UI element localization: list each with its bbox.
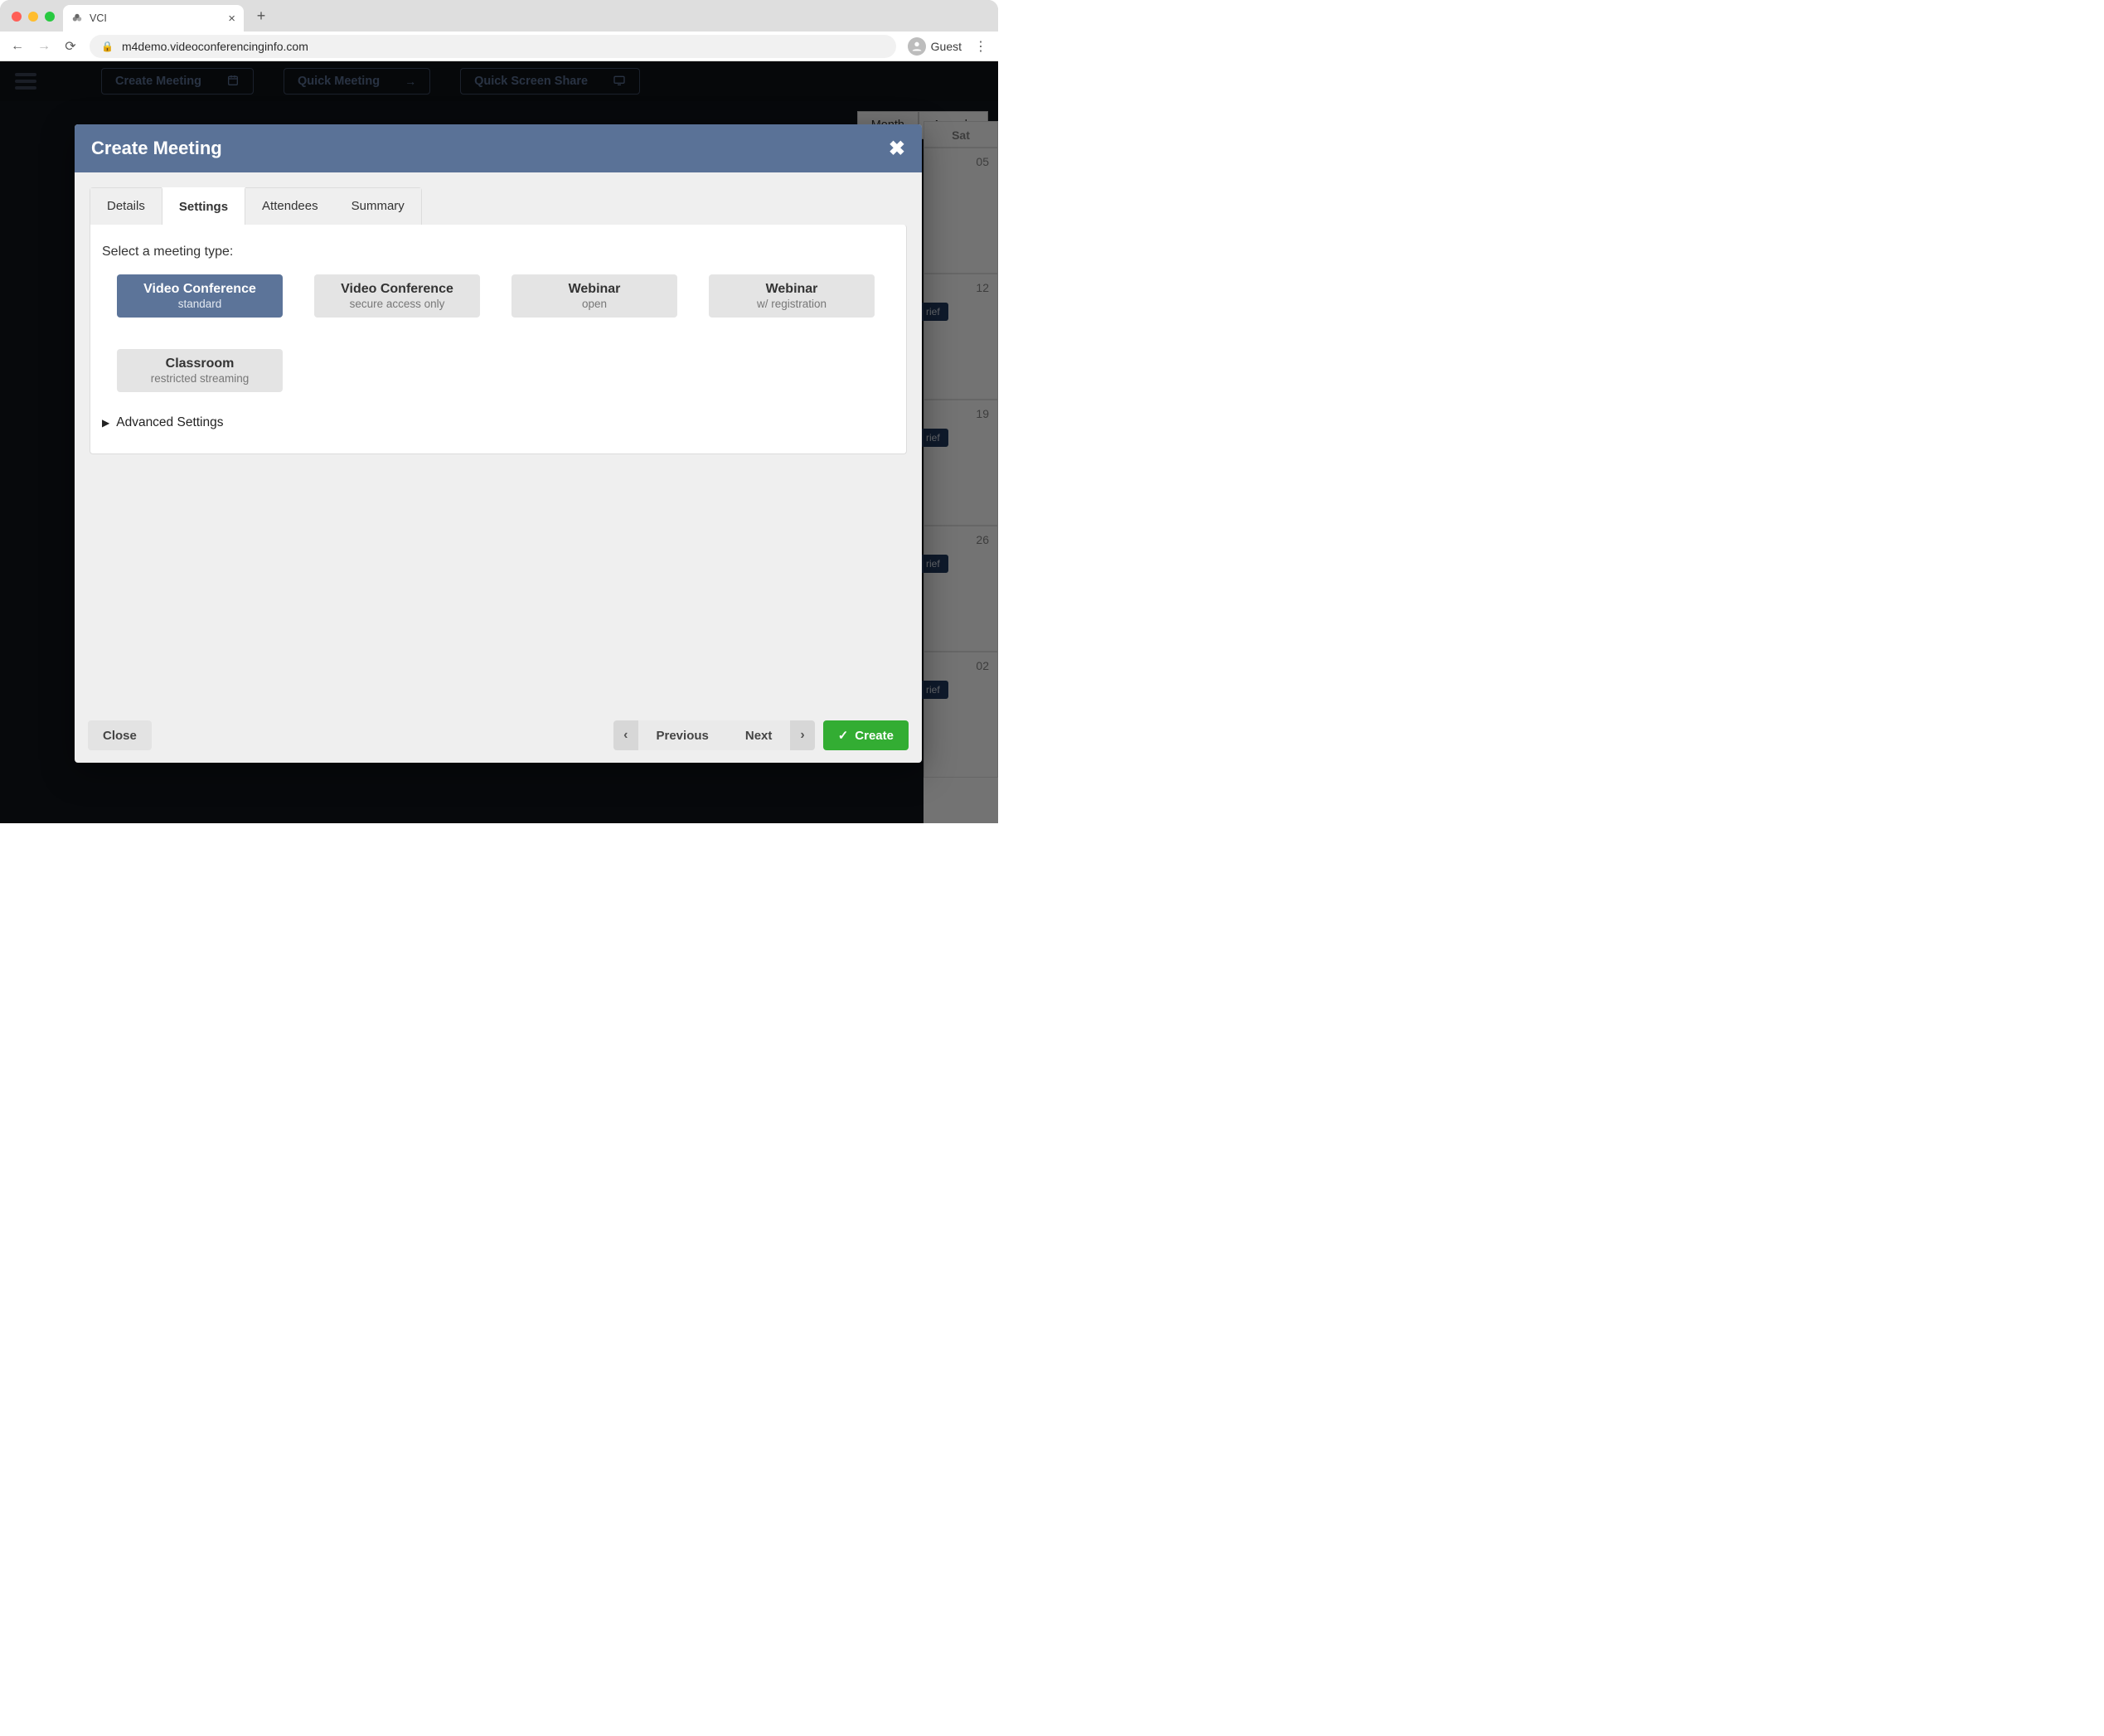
window-controls xyxy=(12,12,55,22)
nav-forward-icon: → xyxy=(36,39,51,54)
meeting-type-sub: secure access only xyxy=(350,298,445,310)
nav-back-icon[interactable]: ← xyxy=(10,39,25,54)
meeting-type-title: Webinar xyxy=(569,282,621,297)
meeting-type-title: Video Conference xyxy=(341,282,453,297)
meeting-type-video-standard[interactable]: Video Conference standard xyxy=(117,274,283,318)
close-icon[interactable]: ✖ xyxy=(889,137,905,161)
tab-close-icon[interactable]: × xyxy=(228,12,235,26)
advanced-settings-toggle[interactable]: ▶ Advanced Settings xyxy=(102,415,894,430)
settings-panel: Select a meeting type: Video Conference … xyxy=(90,225,907,454)
caret-right-icon: ▶ xyxy=(102,417,109,429)
avatar-icon xyxy=(908,37,926,56)
previous-icon-button[interactable]: ‹ xyxy=(613,720,638,750)
reload-icon[interactable]: ⟳ xyxy=(63,38,78,55)
create-button[interactable]: ✓ Create xyxy=(823,720,909,750)
tab-summary[interactable]: Summary xyxy=(335,188,421,225)
new-tab-button[interactable]: + xyxy=(250,5,272,27)
window-minimize-icon[interactable] xyxy=(28,12,38,22)
meeting-type-title: Classroom xyxy=(166,356,235,371)
modal-tabstrip: Details Settings Attendees Summary xyxy=(90,187,422,225)
previous-button[interactable]: Previous xyxy=(638,720,727,750)
browser-tab-strip: VCI × + xyxy=(0,0,998,32)
next-icon-button[interactable]: › xyxy=(790,720,814,750)
meeting-type-webinar-open[interactable]: Webinar open xyxy=(511,274,677,318)
profile-label: Guest xyxy=(931,40,962,53)
meeting-type-title: Video Conference xyxy=(143,282,256,297)
lock-icon: 🔒 xyxy=(101,41,114,52)
close-button-label: Close xyxy=(103,729,137,743)
window-close-icon[interactable] xyxy=(12,12,22,22)
meeting-type-grid: Video Conference standard Video Conferen… xyxy=(102,274,894,392)
next-label: Next xyxy=(745,729,773,743)
meeting-type-sub: restricted streaming xyxy=(151,372,250,385)
browser-menu-icon[interactable]: ⋮ xyxy=(973,38,988,55)
meeting-type-classroom[interactable]: Classroom restricted streaming xyxy=(117,349,283,392)
meeting-type-label: Select a meeting type: xyxy=(102,245,894,259)
meeting-type-sub: w/ registration xyxy=(757,298,827,310)
window-zoom-icon[interactable] xyxy=(45,12,55,22)
meeting-type-title: Webinar xyxy=(766,282,818,297)
browser-toolbar: ← → ⟳ 🔒 m4demo.videoconferencinginfo.com… xyxy=(0,32,998,61)
check-icon: ✓ xyxy=(838,728,849,743)
wizard-nav: ‹ Previous Next › xyxy=(613,720,815,750)
create-label: Create xyxy=(855,729,894,743)
meeting-type-webinar-reg[interactable]: Webinar w/ registration xyxy=(709,274,875,318)
modal-footer: Close ‹ Previous Next › ✓ Create xyxy=(75,708,922,763)
chevron-right-icon: › xyxy=(800,728,804,743)
url-text: m4demo.videoconferencinginfo.com xyxy=(122,40,308,53)
browser-tab[interactable]: VCI × xyxy=(63,5,244,32)
meeting-type-sub: standard xyxy=(178,298,222,310)
create-meeting-modal: Create Meeting ✖ Details Settings Attend… xyxy=(75,124,922,763)
close-button[interactable]: Close xyxy=(88,720,152,750)
chevron-left-icon: ‹ xyxy=(623,728,628,743)
profile-chip[interactable]: Guest xyxy=(908,37,962,56)
next-button[interactable]: Next xyxy=(727,720,791,750)
modal-header: Create Meeting ✖ xyxy=(75,124,922,172)
modal-body: Details Settings Attendees Summary Selec… xyxy=(75,172,922,708)
previous-label: Previous xyxy=(657,729,709,743)
advanced-settings-label: Advanced Settings xyxy=(116,415,223,430)
tab-settings[interactable]: Settings xyxy=(162,187,245,225)
favicon-icon xyxy=(71,12,83,24)
meeting-type-video-secure[interactable]: Video Conference secure access only xyxy=(314,274,480,318)
modal-title: Create Meeting xyxy=(91,138,222,159)
meeting-type-sub: open xyxy=(582,298,607,310)
tab-details[interactable]: Details xyxy=(90,188,162,225)
tab-attendees[interactable]: Attendees xyxy=(245,188,335,225)
url-bar[interactable]: 🔒 m4demo.videoconferencinginfo.com xyxy=(90,35,896,58)
browser-tab-title: VCI xyxy=(90,12,107,24)
